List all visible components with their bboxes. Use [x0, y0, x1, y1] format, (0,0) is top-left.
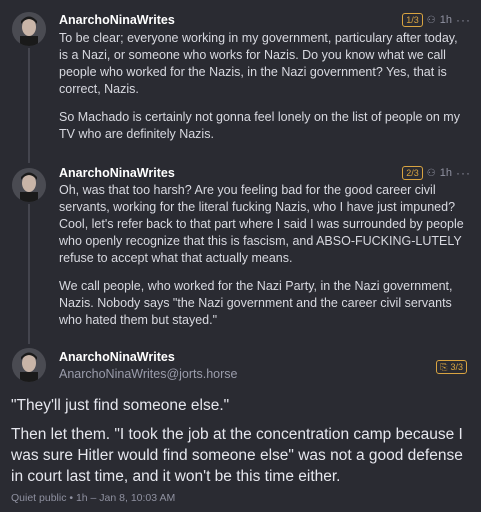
thread-count-badge: 2/3 [402, 166, 423, 180]
main-post-author[interactable]: AnarchoNinaWrites [59, 350, 175, 364]
people-icon: ⚇ [426, 167, 436, 179]
post-paragraph: To be clear; everyone working in my gove… [59, 31, 458, 96]
post-body: To be clear; everyone working in my gove… [59, 30, 467, 143]
more-options-icon[interactable]: ··· [456, 13, 471, 27]
main-post-handle[interactable]: AnarchoNinaWrites@jorts.horse [59, 367, 238, 381]
post-meta: 2/3 ⚇ 1h ··· [402, 166, 471, 180]
thread-line [28, 204, 30, 344]
post-author[interactable]: AnarchoNinaWrites [59, 166, 175, 180]
main-post-quote: "They'll just find someone else." [11, 397, 230, 414]
avatar[interactable] [12, 168, 46, 202]
post-author[interactable]: AnarchoNinaWrites [59, 13, 175, 27]
post-paragraph: We call people, who worked for the Nazi … [59, 279, 453, 327]
main-post-text: Then let them. "I took the job at the co… [11, 426, 463, 485]
more-options-icon[interactable]: ··· [456, 166, 471, 180]
post-paragraph: Oh, was that too harsh? Are you feeling … [59, 183, 464, 265]
people-icon: ⚇ [426, 14, 436, 26]
thread-post-2: AnarchoNinaWrites 2/3 ⚇ 1h ··· Oh, was t… [0, 160, 481, 344]
thread-count-badge: 1/3 [402, 13, 423, 27]
thread-line [28, 48, 30, 163]
post-body: Oh, was that too harsh? Are you feeling … [59, 182, 467, 329]
thread-count: 3/3 [450, 362, 463, 372]
thread-post-1: AnarchoNinaWrites 1/3 ⚇ 1h ··· To be cle… [0, 0, 481, 163]
post-time[interactable]: 1h [440, 14, 452, 26]
post-meta: 1/3 ⚇ 1h ··· [402, 13, 471, 27]
thread-badge: ⎘ 3/3 [436, 360, 467, 374]
post-footer[interactable]: Quiet public • 1h – Jan 8, 10:03 AM [11, 492, 175, 504]
thread-icon: ⎘ [440, 362, 448, 372]
post-paragraph: So Machado is certainly not gonna feel l… [59, 110, 460, 141]
avatar[interactable] [12, 12, 46, 46]
post-time[interactable]: 1h [440, 167, 452, 179]
main-avatar[interactable] [12, 348, 46, 382]
